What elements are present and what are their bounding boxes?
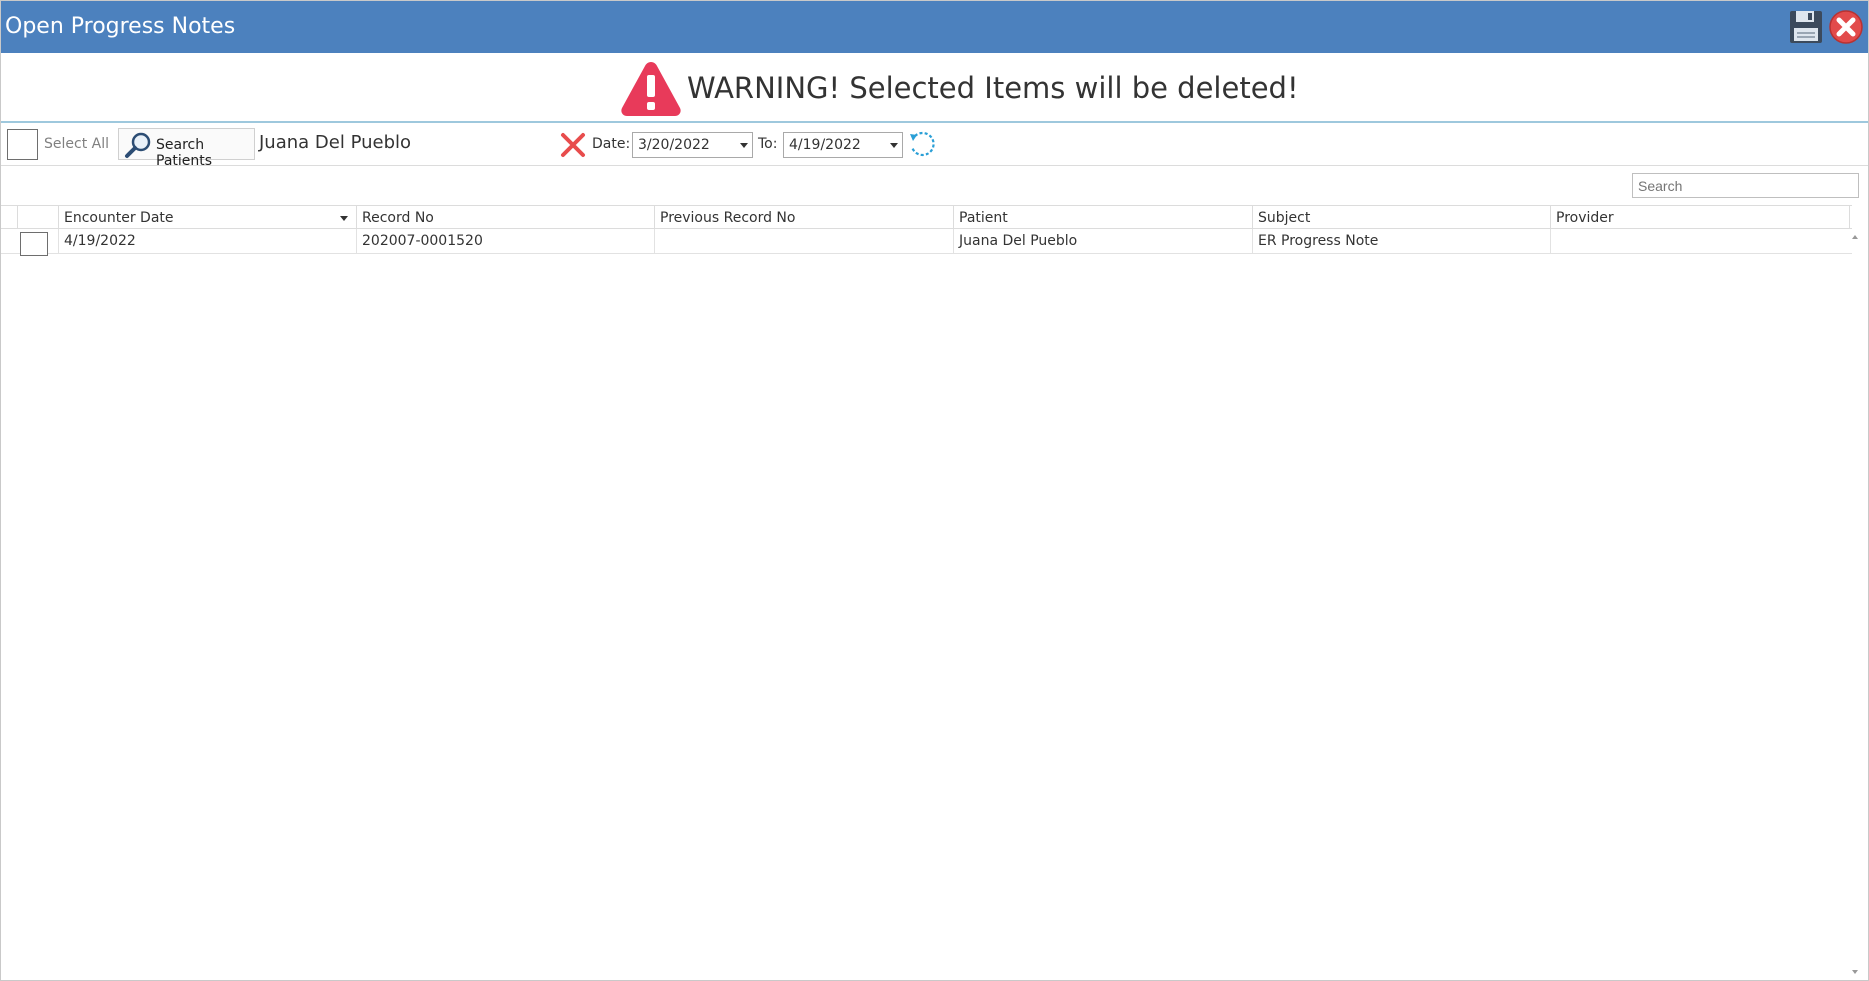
warning-triangle-icon [621, 62, 681, 116]
grid-header: Encounter Date Record No Previous Record… [1, 205, 1852, 229]
chevron-down-icon [890, 143, 898, 148]
header-provider[interactable]: Provider [1550, 206, 1850, 229]
cell-previous-record-no [654, 229, 953, 253]
header-encounter-date[interactable]: Encounter Date [58, 206, 356, 229]
date-from-value: 3/20/2022 [638, 137, 710, 153]
header-patient[interactable]: Patient [953, 206, 1252, 229]
cell-encounter-date: 4/19/2022 [58, 229, 356, 253]
filter-toolbar: Select All Search Patients Juana Del Pue… [1, 123, 1868, 169]
header-label: Patient [959, 210, 1008, 226]
search-input[interactable] [1632, 173, 1859, 198]
header-record-no[interactable]: Record No [356, 206, 654, 229]
warning-text: WARNING! Selected Items will be deleted! [687, 71, 1299, 105]
table-row[interactable]: 4/19/2022 202007-0001520 Juana Del Puebl… [1, 229, 1852, 256]
select-all-checkbox[interactable] [7, 129, 38, 160]
to-label: To: [758, 136, 778, 152]
date-to-value: 4/19/2022 [789, 137, 861, 153]
cell-record-no: 202007-0001520 [356, 229, 654, 253]
refresh-icon[interactable] [907, 130, 937, 160]
window-title: Open Progress Notes [5, 14, 236, 39]
notes-grid: Encounter Date Record No Previous Record… [1, 205, 1868, 980]
header-label: Encounter Date [64, 210, 174, 226]
clear-x-icon[interactable] [559, 131, 587, 159]
row-select-checkbox[interactable] [20, 232, 48, 256]
header-select-column [17, 206, 58, 229]
header-label: Record No [362, 210, 434, 226]
search-patients-button[interactable]: Search Patients [118, 128, 255, 169]
save-icon [1790, 11, 1822, 43]
chevron-down-icon [740, 143, 748, 148]
header-label: Previous Record No [660, 210, 796, 226]
close-icon [1829, 10, 1863, 44]
sort-down-icon [340, 216, 348, 221]
header-label: Subject [1258, 210, 1311, 226]
date-label: Date: [592, 136, 631, 152]
title-bar: Open Progress Notes [1, 1, 1868, 53]
progress-notes-window: Open Progress Notes WARNING! Selected It… [0, 0, 1869, 981]
cell-subject: ER Progress Note [1252, 229, 1550, 253]
close-button[interactable] [1828, 9, 1864, 45]
magnifier-icon [125, 132, 151, 158]
search-patients-label: Search Patients [156, 137, 213, 169]
date-from-picker[interactable]: 3/20/2022 [632, 132, 753, 158]
save-button[interactable] [1788, 9, 1824, 45]
scroll-down-arrow[interactable] [1852, 970, 1858, 974]
date-to-picker[interactable]: 4/19/2022 [783, 132, 903, 158]
cell-provider [1550, 229, 1850, 253]
header-previous-record-no[interactable]: Previous Record No [654, 206, 953, 229]
scroll-up-arrow[interactable] [1852, 235, 1858, 239]
selected-patient-name: Juana Del Pueblo [259, 132, 412, 153]
header-subject[interactable]: Subject [1252, 206, 1550, 229]
cell-patient: Juana Del Pueblo [953, 229, 1252, 253]
warning-banner: WARNING! Selected Items will be deleted! [1, 53, 1868, 123]
select-all-label: Select All [44, 136, 109, 152]
header-label: Provider [1556, 210, 1614, 226]
